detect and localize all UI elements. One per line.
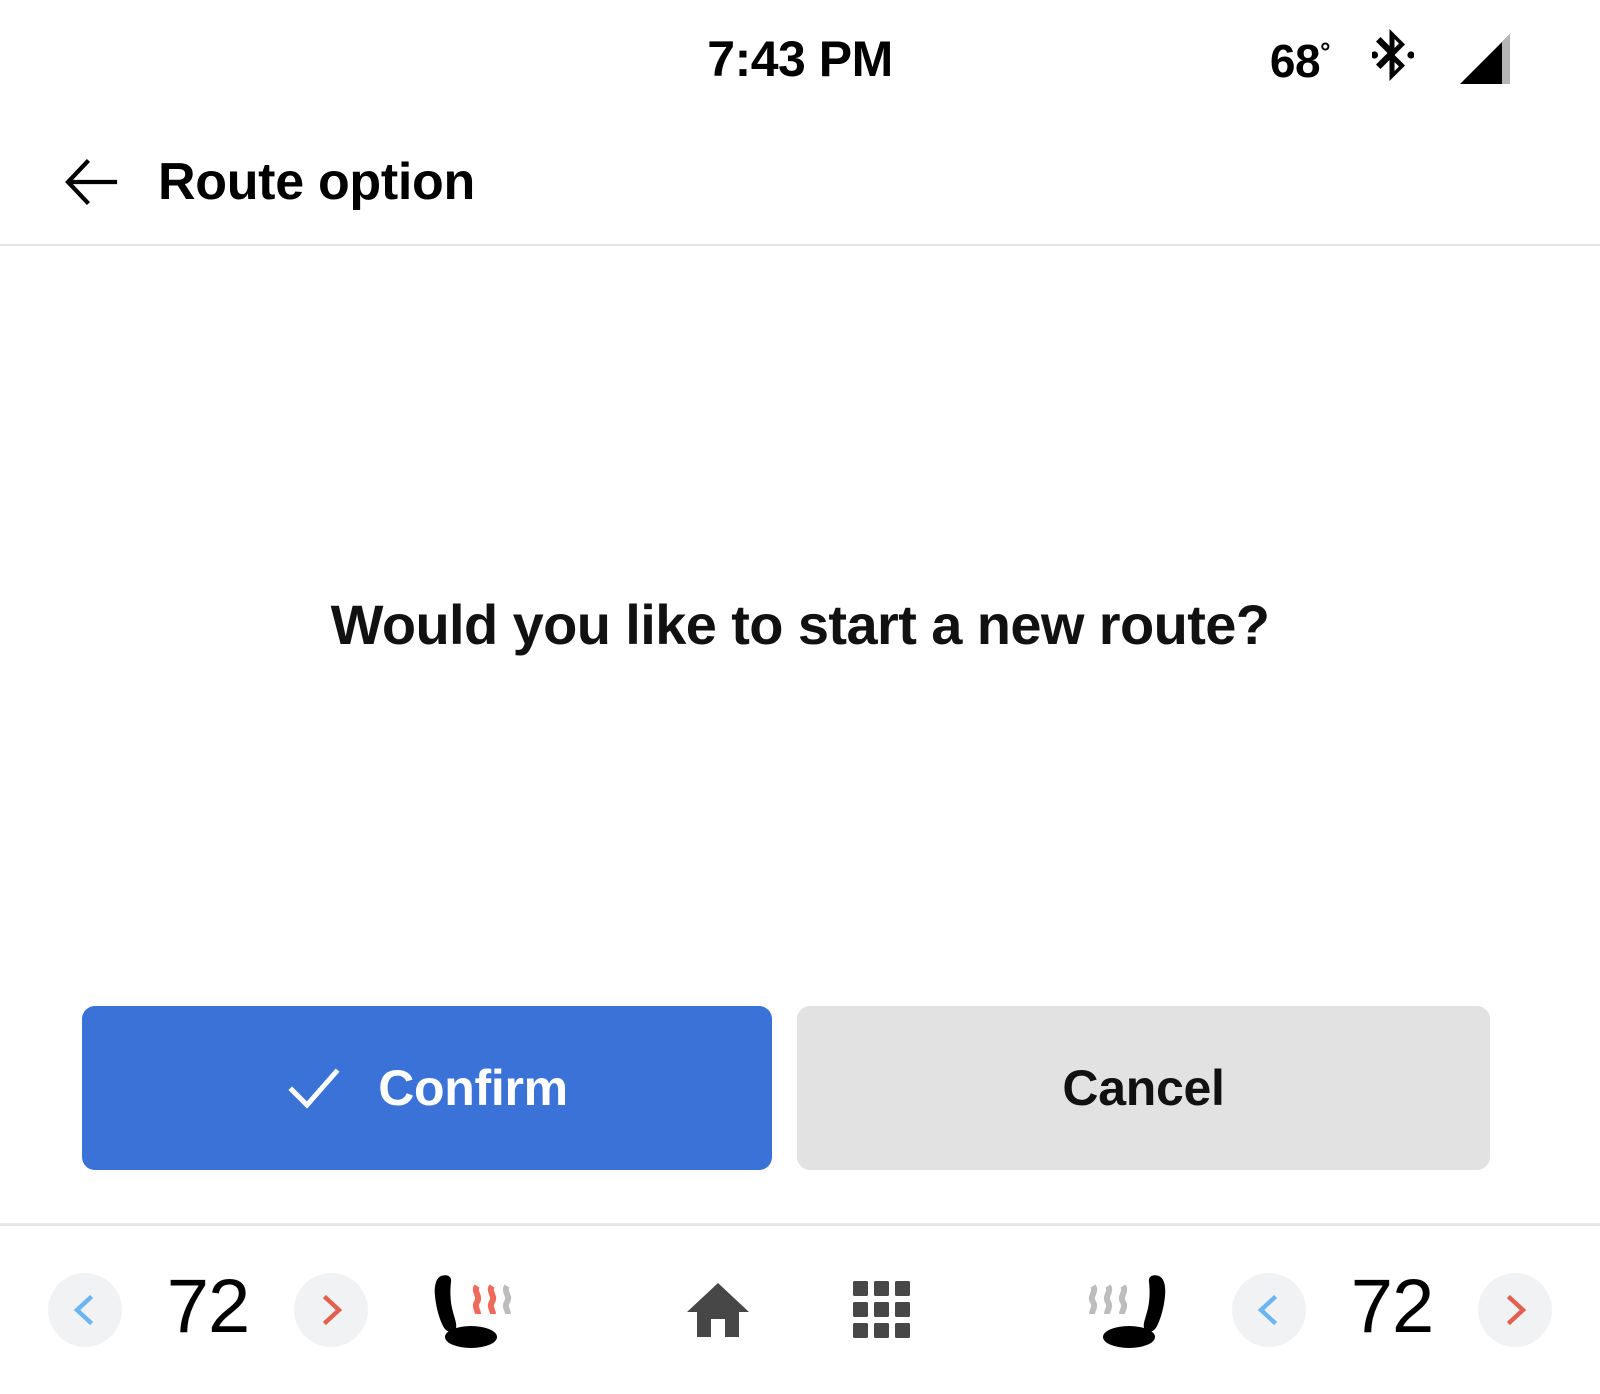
page-title: Route option (158, 152, 475, 211)
heated-seat-icon (434, 1275, 512, 1348)
chevron-right-icon (322, 1294, 343, 1326)
driver-temp-decrease-button[interactable] (48, 1273, 122, 1347)
bluetooth-icon (1370, 29, 1415, 89)
apps-grid-icon (853, 1281, 910, 1338)
driver-temperature-value: 72 (166, 1264, 251, 1349)
passenger-climate-group: 72 (1078, 1262, 1552, 1358)
passenger-seat-heater-button[interactable] (1078, 1262, 1188, 1358)
confirm-button-label: Confirm (378, 1060, 568, 1116)
app-header: Route option (0, 118, 1600, 245)
back-button[interactable] (56, 145, 130, 219)
driver-climate-group: 72 (48, 1262, 522, 1358)
outside-temperature-value: 68 (1269, 35, 1321, 87)
cancel-button[interactable]: Cancel (797, 1006, 1490, 1170)
driver-seat-heater-button[interactable] (412, 1262, 522, 1358)
home-icon (687, 1283, 749, 1337)
checkmark-icon (288, 1068, 340, 1109)
bottom-nav-bar: 72 72 (0, 1226, 1600, 1394)
apps-button[interactable] (839, 1267, 925, 1353)
cellular-signal-icon (1456, 30, 1514, 88)
confirm-button[interactable]: Confirm (82, 1006, 772, 1170)
home-button[interactable] (675, 1267, 761, 1353)
heated-seat-icon (1088, 1275, 1166, 1348)
system-nav-group (675, 1267, 925, 1353)
passenger-temp-decrease-button[interactable] (1232, 1273, 1306, 1347)
prompt-message: Would you like to start a new route? (330, 593, 1270, 656)
status-indicators: 68° (1270, 26, 1514, 92)
chevron-left-icon (73, 1294, 94, 1326)
dialog-actions: Confirm Cancel (82, 1006, 1490, 1170)
status-bar: 7:43 PM 68° (0, 0, 1600, 118)
chevron-left-icon (1257, 1294, 1278, 1326)
chevron-right-icon (1506, 1294, 1527, 1326)
outside-temperature: 68° (1269, 34, 1331, 88)
main-content: Would you like to start a new route? Con… (0, 246, 1600, 1224)
cancel-button-label: Cancel (1062, 1060, 1225, 1116)
driver-temp-increase-button[interactable] (294, 1273, 368, 1347)
passenger-temperature-value: 72 (1350, 1264, 1435, 1349)
degree-symbol: ° (1320, 36, 1330, 67)
back-arrow-icon (65, 158, 118, 205)
passenger-temp-increase-button[interactable] (1478, 1273, 1552, 1347)
